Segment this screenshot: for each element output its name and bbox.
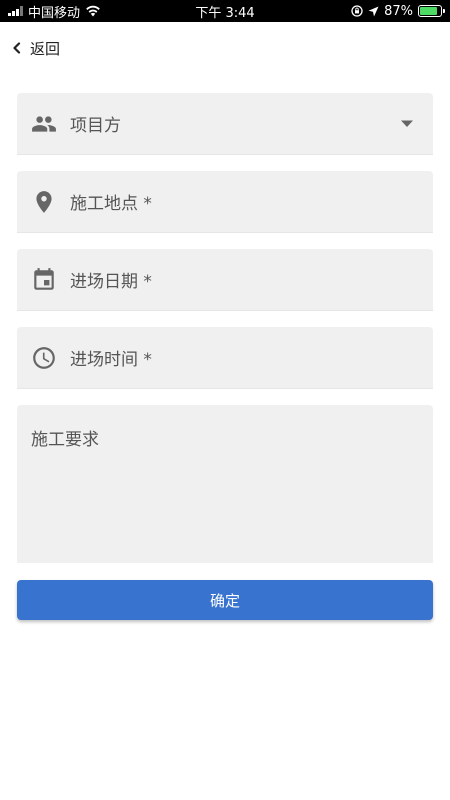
confirm-button[interactable]: 确定 [17, 580, 433, 620]
people-icon [31, 111, 57, 137]
requirements-placeholder: 施工要求 [31, 430, 99, 450]
entry-date-field[interactable]: 进场日期 * [17, 249, 433, 311]
wifi-icon [86, 5, 100, 17]
construction-form: 项目方 施工地点 * 进场日期 * 进场时间 * 施工要求 [17, 93, 433, 563]
status-bar: 中国移动 下午 3:44 87% [0, 0, 450, 22]
back-label: 返回 [30, 39, 61, 58]
nav-bar: 返回 [0, 22, 450, 74]
status-left: 中国移动 [8, 2, 101, 21]
chevron-left-icon [13, 42, 21, 54]
battery-percent: 87% [384, 3, 413, 19]
location-arrow-icon [368, 6, 379, 16]
entry-time-label: 进场时间 * [70, 350, 152, 370]
battery-icon [418, 5, 445, 17]
status-right: 87% [351, 3, 445, 19]
project-party-label: 项目方 [70, 116, 121, 136]
orientation-lock-icon [351, 5, 363, 17]
entry-time-field[interactable]: 进场时间 * [17, 327, 433, 389]
clock-icon [31, 345, 57, 371]
project-party-select[interactable]: 项目方 [17, 93, 433, 155]
entry-date-label: 进场日期 * [70, 272, 152, 292]
dropdown-arrow-icon [401, 120, 413, 127]
location-field[interactable]: 施工地点 * [17, 171, 433, 233]
carrier-name: 中国移动 [28, 5, 81, 21]
location-pin-icon [31, 189, 57, 215]
location-label: 施工地点 * [70, 194, 152, 214]
calendar-icon [31, 267, 57, 293]
back-button[interactable]: 返回 [12, 38, 60, 59]
signal-icon [8, 6, 23, 16]
requirements-textarea[interactable]: 施工要求 [17, 405, 433, 563]
